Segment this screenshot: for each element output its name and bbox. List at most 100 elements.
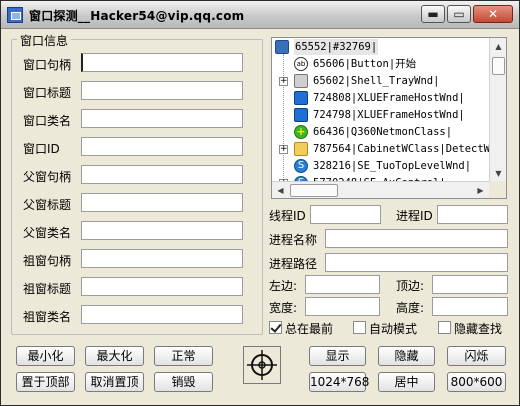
window-handle-field[interactable] bbox=[81, 53, 243, 72]
destroy-button[interactable]: 销毁 bbox=[154, 372, 213, 392]
main-window: 窗口探测__Hacker54@vip.qq.com ▬ ▭ ✕ 窗口信息 窗口句… bbox=[0, 0, 520, 406]
process-path-label: 进程路径 bbox=[269, 257, 318, 271]
tree-root-label: 65552|#32769| bbox=[294, 39, 379, 55]
tree-item-label: 65602|Shell_TrayWnd| bbox=[313, 75, 440, 87]
ancestor-class-field[interactable] bbox=[81, 305, 243, 324]
parent-title-field[interactable] bbox=[81, 193, 243, 212]
tree-vertical-scrollbar[interactable]: ▲ ▼ bbox=[489, 38, 506, 182]
field-row: 父窗标题 bbox=[23, 193, 245, 213]
sogou-icon: S bbox=[294, 159, 308, 173]
field-row: 父窗句柄 bbox=[23, 165, 245, 185]
field-row: 父窗类名 bbox=[23, 221, 245, 241]
show-button[interactable]: 显示 bbox=[309, 346, 366, 366]
hidden-search-label: 隐藏查找 bbox=[454, 322, 503, 336]
window-title-field[interactable] bbox=[81, 81, 243, 100]
scroll-up-icon[interactable]: ▲ bbox=[490, 38, 506, 55]
close-icon: ✕ bbox=[487, 7, 499, 21]
scroll-down-icon[interactable]: ▼ bbox=[490, 165, 506, 182]
button-icon: ab bbox=[294, 57, 308, 71]
hide-button[interactable]: 隐藏 bbox=[378, 346, 435, 366]
field-label: 窗口类名 bbox=[23, 114, 72, 128]
checkbox-checked-icon[interactable] bbox=[269, 321, 282, 334]
parent-class-field[interactable] bbox=[81, 221, 243, 240]
window-class-field[interactable] bbox=[81, 109, 243, 128]
cancel-topmost-button[interactable]: 取消置顶 bbox=[85, 372, 144, 392]
tree-item-label: 66436|Q360NetmonClass| bbox=[313, 126, 453, 138]
minimize-target-button[interactable]: 最小化 bbox=[16, 346, 75, 366]
title-bar[interactable]: 窗口探测__Hacker54@vip.qq.com ▬ ▭ ✕ bbox=[1, 1, 519, 29]
top-label: 顶边: bbox=[396, 279, 425, 293]
process-name-label: 进程名称 bbox=[269, 233, 318, 247]
field-label: 窗口ID bbox=[23, 142, 60, 156]
top-field[interactable] bbox=[432, 275, 508, 294]
resize-800-button[interactable]: 800*600 bbox=[447, 372, 506, 392]
vertical-scroll-thumb[interactable] bbox=[492, 57, 505, 75]
field-label: 父窗句柄 bbox=[23, 170, 72, 184]
resize-1024-button[interactable]: 1024*768 bbox=[309, 372, 369, 392]
xlue-icon bbox=[294, 108, 308, 122]
window-info-group-label: 窗口信息 bbox=[17, 32, 72, 49]
center-button[interactable]: 居中 bbox=[378, 372, 435, 392]
maximize-icon: ▭ bbox=[453, 7, 465, 21]
scroll-left-icon[interactable]: ◀ bbox=[272, 182, 289, 198]
field-label: 窗口句柄 bbox=[23, 58, 72, 72]
field-label: 祖窗标题 bbox=[23, 282, 72, 296]
field-row: 祖窗标题 bbox=[23, 277, 245, 297]
window-tree[interactable]: 65552|#32769| ab 65606|Button|开始 + 65602… bbox=[271, 37, 507, 199]
field-row: 祖窗句柄 bbox=[23, 249, 245, 269]
finder-tool[interactable] bbox=[243, 346, 281, 384]
crosshair-icon[interactable] bbox=[244, 347, 280, 383]
tree-item-label: 65606|Button|开始 bbox=[313, 58, 417, 70]
field-row: 窗口类名 bbox=[23, 109, 245, 129]
maximize-window-button[interactable]: ▭ bbox=[447, 5, 471, 23]
tree-item-label: 724808|XLUEFrameHostWnd| bbox=[313, 92, 465, 104]
xlue-icon bbox=[294, 91, 308, 105]
field-label: 祖窗句柄 bbox=[23, 254, 72, 268]
left-field[interactable] bbox=[305, 275, 380, 294]
expand-icon[interactable]: + bbox=[279, 77, 288, 86]
thread-id-label: 线程ID bbox=[269, 209, 306, 223]
maximize-target-button[interactable]: 最大化 bbox=[85, 346, 144, 366]
horizontal-scroll-thumb[interactable] bbox=[290, 184, 338, 197]
field-row: 窗口句柄 bbox=[23, 53, 245, 73]
minimize-window-button[interactable]: ▬ bbox=[421, 5, 445, 23]
normal-target-button[interactable]: 正常 bbox=[154, 346, 213, 366]
process-name-field[interactable] bbox=[325, 229, 508, 248]
auto-mode-label: 自动模式 bbox=[369, 322, 418, 336]
ancestor-title-field[interactable] bbox=[81, 277, 243, 296]
checkbox-icon[interactable] bbox=[438, 321, 451, 334]
title-buttons: ▬ ▭ ✕ bbox=[421, 5, 513, 23]
set-topmost-button[interactable]: 置于顶部 bbox=[16, 372, 75, 392]
field-label: 祖窗类名 bbox=[23, 310, 72, 324]
tree-horizontal-scrollbar[interactable]: ◀ ▶ bbox=[272, 181, 489, 198]
always-on-top-label: 总在最前 bbox=[285, 322, 334, 336]
taskbar-icon bbox=[294, 74, 308, 88]
field-label: 窗口标题 bbox=[23, 86, 72, 100]
width-field[interactable] bbox=[305, 297, 380, 316]
checkbox-icon[interactable] bbox=[353, 321, 366, 334]
height-label: 高度: bbox=[396, 301, 425, 315]
left-label: 左边: bbox=[269, 279, 298, 293]
parent-handle-field[interactable] bbox=[81, 165, 243, 184]
field-row: 窗口ID bbox=[23, 137, 245, 157]
minimize-icon: ▬ bbox=[427, 7, 439, 21]
process-id-field[interactable] bbox=[437, 205, 508, 224]
folder-icon bbox=[294, 142, 308, 156]
window-title: 窗口探测__Hacker54@vip.qq.com bbox=[29, 9, 245, 23]
scrollbar-corner bbox=[489, 181, 506, 198]
field-label: 父窗类名 bbox=[23, 226, 72, 240]
field-row: 祖窗类名 bbox=[23, 305, 245, 325]
expand-icon[interactable]: + bbox=[279, 145, 288, 154]
flash-button[interactable]: 闪烁 bbox=[447, 346, 506, 366]
tree-line bbox=[283, 54, 284, 182]
height-field[interactable] bbox=[432, 297, 508, 316]
field-row: 窗口标题 bbox=[23, 81, 245, 101]
window-id-field[interactable] bbox=[81, 137, 243, 156]
process-path-field[interactable] bbox=[325, 253, 508, 272]
tree-item-label: 328216|SE_TuoTopLevelWnd| bbox=[313, 160, 472, 172]
close-window-button[interactable]: ✕ bbox=[473, 5, 513, 23]
thread-id-field[interactable] bbox=[310, 205, 381, 224]
scroll-right-icon[interactable]: ▶ bbox=[472, 182, 489, 198]
ancestor-handle-field[interactable] bbox=[81, 249, 243, 268]
tree-item-label: 787564|CabinetWClass|DetectWi bbox=[313, 143, 497, 155]
